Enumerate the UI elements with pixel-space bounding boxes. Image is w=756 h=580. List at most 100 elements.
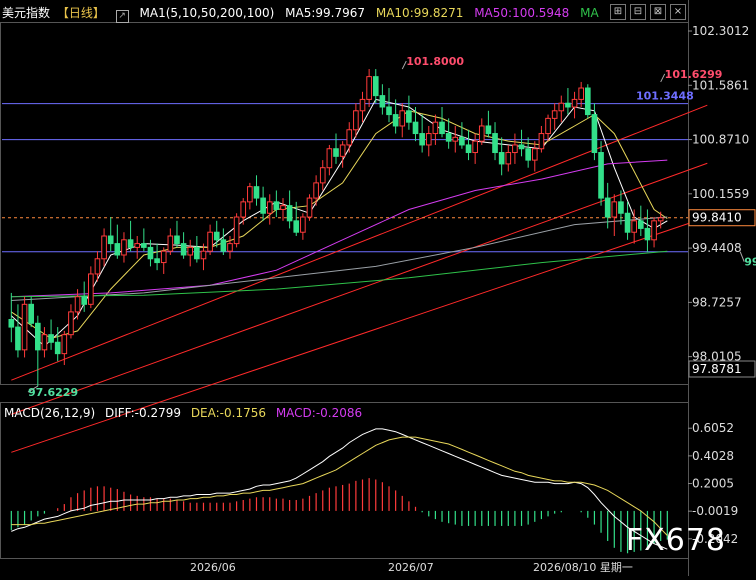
candle-body	[207, 231, 213, 252]
candle-body	[637, 220, 644, 229]
candle-body	[147, 246, 154, 260]
price-tick-label: 98.7257	[692, 295, 742, 309]
ma50-value: MA50:100.5948	[474, 6, 570, 20]
candle-body	[339, 144, 346, 157]
macd-panel-frame	[0, 402, 689, 559]
ma-line-ma5	[10, 98, 668, 347]
fx678-logo: FX678	[625, 523, 726, 558]
candle-body	[280, 205, 286, 210]
candle-body	[293, 220, 300, 233]
ma10-value: MA10:99.8271	[375, 6, 464, 20]
price-tick-label: 99.4408	[692, 241, 742, 255]
candle-body	[372, 76, 379, 97]
candle-body	[101, 235, 107, 260]
candle-body	[551, 110, 558, 119]
candle-body	[200, 250, 207, 260]
macd-diff: DIFF:-0.2799	[104, 406, 181, 420]
candle-body	[260, 197, 266, 214]
candle-body	[657, 217, 664, 222]
candle-body	[233, 216, 240, 245]
candle-body	[266, 201, 273, 214]
price-panel-frame	[0, 22, 689, 385]
candle-body	[194, 246, 200, 260]
trend-line	[11, 104, 708, 381]
candle-body	[492, 133, 498, 154]
candle-body	[121, 239, 127, 256]
symbol-title: 美元指数	[2, 6, 51, 20]
candle-body	[333, 148, 339, 157]
ma-line-ma100	[11, 216, 668, 301]
price-tick-label: 100.1559	[692, 187, 749, 201]
candle-body	[571, 98, 578, 108]
candle-body	[379, 95, 386, 108]
candle-body	[485, 125, 492, 135]
close-icon[interactable]: ×	[670, 4, 686, 20]
candle-body	[313, 182, 319, 199]
candle-body	[88, 273, 94, 305]
candle-body	[114, 243, 121, 256]
macd-label: MACD(26,12,9)	[4, 406, 96, 420]
ma-extra-value: MA	[580, 6, 599, 20]
bottom-price-label: 97.8781	[692, 362, 742, 376]
maximize-icon[interactable]: ⊠	[650, 4, 666, 20]
candle-body	[412, 121, 419, 135]
candle-body	[81, 296, 88, 305]
window-controls: ⊞ ⊟ ⊠ ×	[610, 4, 686, 20]
candle-body	[61, 334, 68, 355]
candle-body	[74, 296, 81, 313]
candle-body	[445, 133, 452, 142]
candle-body	[651, 220, 657, 241]
candle-body	[94, 258, 101, 275]
candle-body	[386, 106, 392, 116]
macd-tick-label: -0.0019	[692, 504, 738, 518]
candle-body	[240, 201, 247, 218]
candle-body	[366, 76, 372, 100]
candle-body	[273, 201, 280, 210]
candle-body	[558, 102, 565, 112]
candle-body	[306, 197, 313, 218]
candle-body	[406, 110, 412, 123]
macd-tick-label: 0.2005	[692, 477, 734, 491]
candle-body	[439, 121, 445, 135]
last-price-label: 99.8410	[692, 211, 742, 225]
period-label[interactable]: 【日线】	[57, 6, 105, 20]
candle-body	[141, 243, 147, 248]
price-annotation: 101.8000	[406, 55, 464, 68]
macd-tick-label: 0.4028	[692, 449, 734, 463]
macd-dea: DEA:-0.1756	[190, 406, 266, 420]
layout-icon[interactable]: ⊞	[610, 4, 626, 20]
ma-settings-icon[interactable]: ↗	[115, 10, 129, 23]
candle-body	[134, 243, 141, 248]
candle-body	[300, 216, 306, 233]
x-axis-label: 2026/08/10 星期一	[533, 561, 633, 574]
price-annotation: 97.6229	[28, 386, 78, 399]
candle-body	[419, 133, 425, 146]
candle-body	[154, 258, 160, 264]
candle-body	[21, 303, 28, 351]
candle-body	[34, 322, 41, 351]
minimize-icon[interactable]: ⊟	[630, 4, 646, 20]
candle-body	[353, 110, 359, 131]
candle-body	[452, 136, 459, 142]
candle-body	[359, 98, 366, 112]
candle-body	[598, 152, 604, 199]
candle-body	[432, 121, 439, 135]
chart-header: 美元指数 【日线】 ↗ MA1(5,10,50,200,100) MA5:99.…	[2, 4, 606, 23]
candle-body	[518, 144, 525, 150]
candle-body	[15, 326, 21, 351]
candle-body	[174, 235, 180, 245]
candle-body	[48, 334, 54, 343]
candle-body	[399, 110, 406, 127]
candle-body	[512, 144, 518, 154]
candle-body	[472, 140, 478, 154]
chart-stage: 102.3012 101.5861 100.8710 100.1559 99.4408 9…	[0, 0, 756, 576]
x-axis-label: 2026/07	[388, 561, 434, 574]
candle-body	[624, 212, 631, 233]
candle-body	[531, 148, 538, 161]
candle-body	[319, 167, 326, 184]
candle-body	[54, 341, 61, 355]
candle-body	[545, 117, 551, 135]
candle-body	[465, 144, 472, 154]
candle-body	[392, 114, 399, 127]
candle-body	[160, 250, 167, 264]
